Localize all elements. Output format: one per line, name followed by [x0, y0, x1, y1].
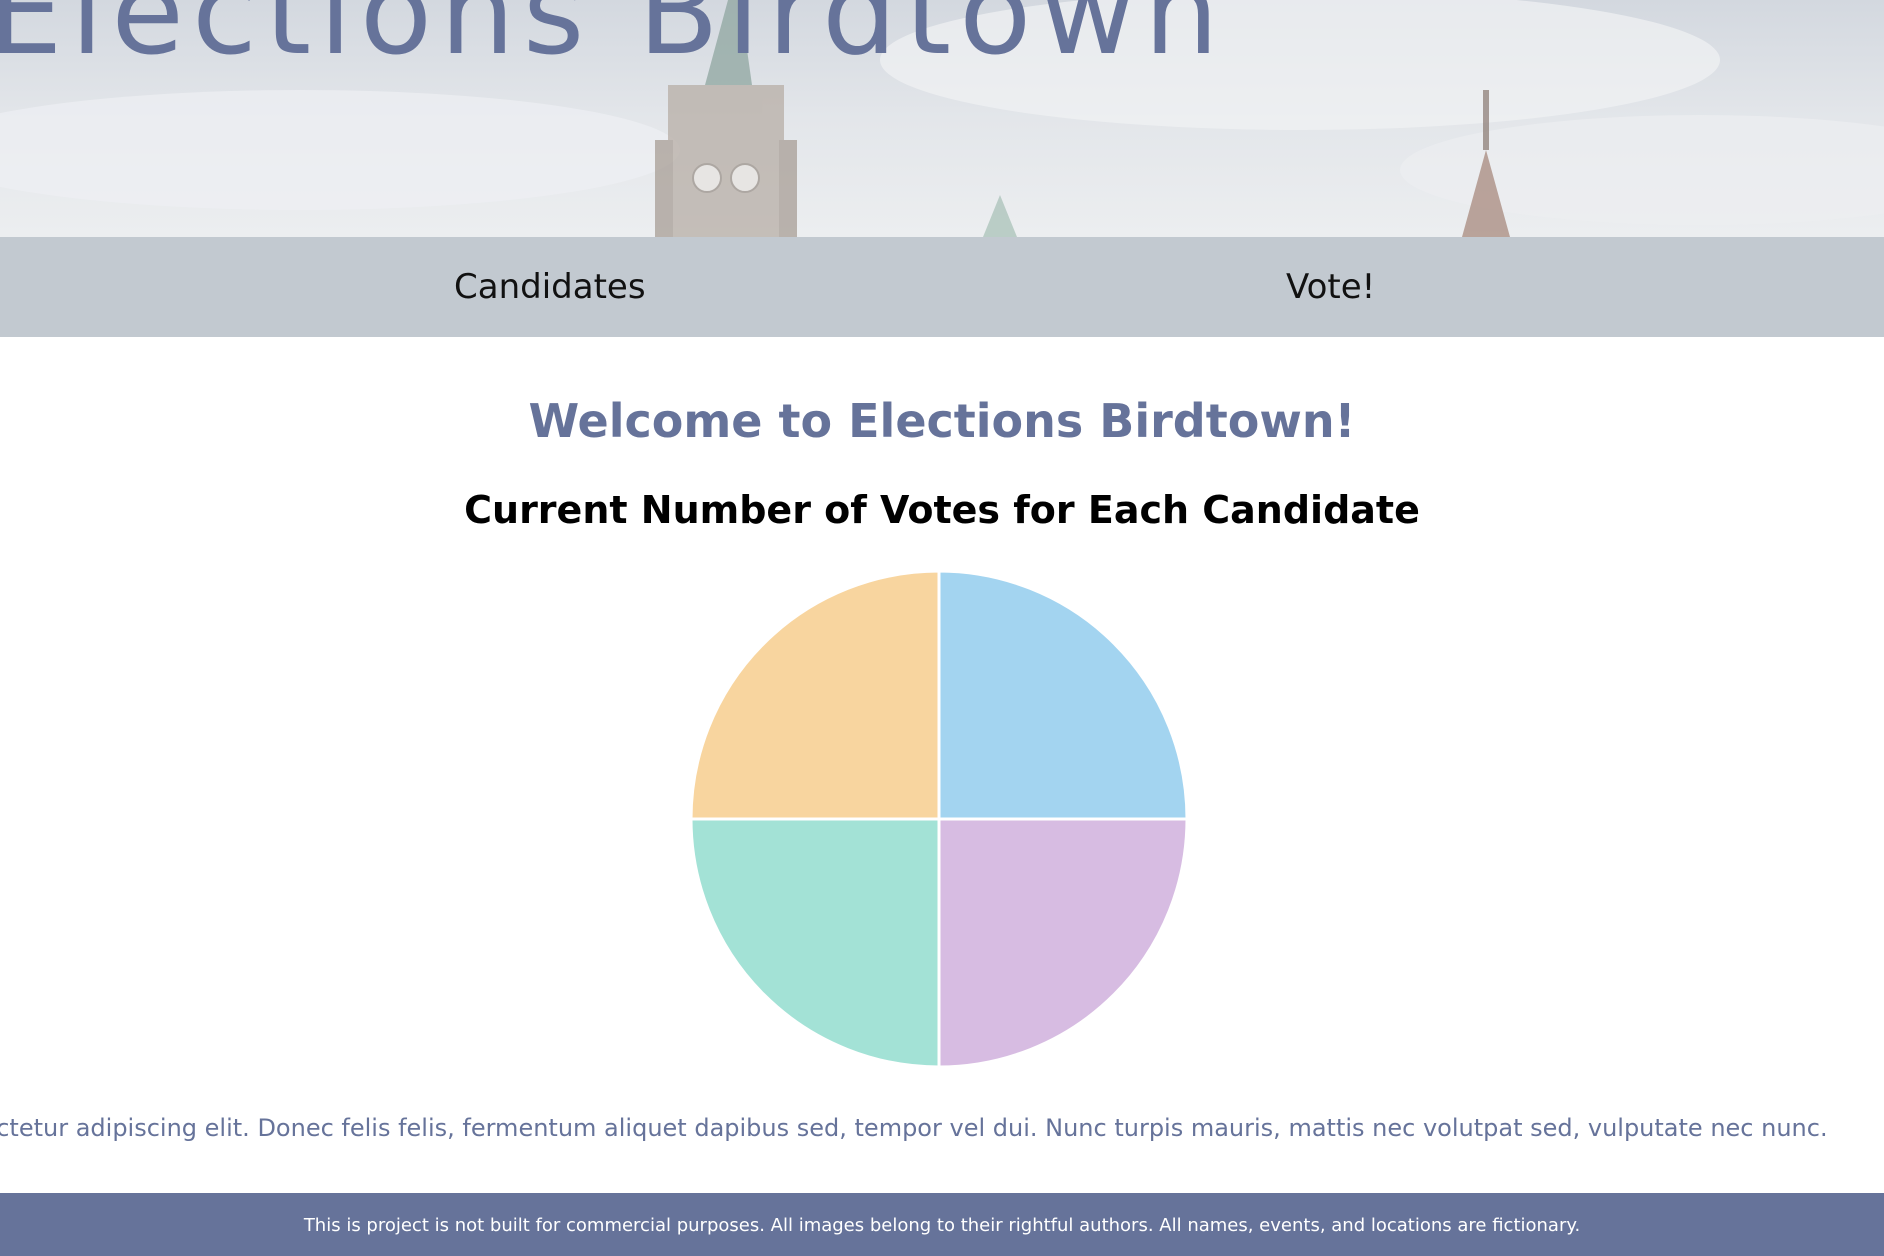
page: Elections Birdtown Candidates Vote! Welc…: [0, 0, 1884, 1256]
pie-slice-1[interactable]: [937, 569, 1189, 821]
pie-slice-2[interactable]: [937, 817, 1189, 1069]
footer: This is project is not built for commerc…: [0, 1193, 1884, 1256]
welcome-heading: Welcome to Elections Birdtown!: [528, 394, 1356, 448]
nav-link-vote[interactable]: Vote!: [1286, 237, 1375, 337]
intro-paragraph-text: Lorem ipsum dolor sit amet, consectetur …: [0, 1114, 1828, 1142]
site-title: Elections Birdtown: [0, 0, 1227, 81]
intro-paragraph: Lorem ipsum dolor sit amet, consectetur …: [0, 1108, 1884, 1148]
hero-banner: Elections Birdtown: [0, 0, 1884, 237]
chart-title: Current Number of Votes for Each Candida…: [464, 488, 1420, 532]
pie-slice-4[interactable]: [689, 569, 941, 821]
pie-slice-3[interactable]: [689, 817, 941, 1069]
nav-link-candidates[interactable]: Candidates: [454, 237, 646, 337]
footer-disclaimer: This is project is not built for commerc…: [303, 1215, 1581, 1236]
votes-pie-chart[interactable]: [687, 567, 1191, 1071]
main-nav: Candidates Vote!: [0, 237, 1884, 337]
